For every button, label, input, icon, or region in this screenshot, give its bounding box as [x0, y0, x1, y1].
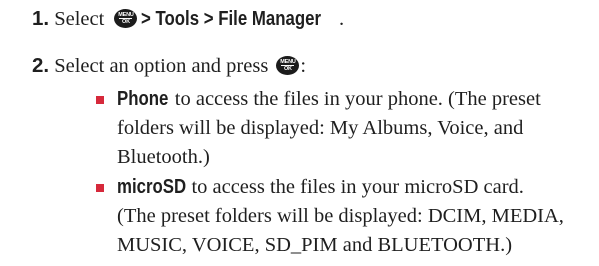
step-2: 2. Select an option and press MENU OK : [32, 54, 306, 78]
bullet-icon [96, 96, 104, 104]
key-bottom-label: OK [122, 19, 130, 25]
option-microsd: microSD to access the files in your micr… [117, 172, 597, 260]
option-phone: Phone to access the files in your phone.… [117, 84, 597, 172]
step-text: Select an option and press [54, 55, 269, 77]
option-line: folders will be displayed: My Albums, Vo… [117, 117, 524, 139]
path-tools: > Tools > File Manager [141, 7, 322, 30]
option-desc: to access the files in your phone. (The … [169, 88, 541, 110]
bullet-icon [96, 184, 104, 192]
option-line: MUSIC, VOICE, SD_PIM and BLUETOOTH.) [117, 234, 513, 256]
option-line: microSD to access the files in your micr… [117, 172, 597, 202]
key-bottom-label: OK [283, 66, 292, 72]
option-line: Phone to access the files in your phone.… [117, 84, 597, 114]
option-desc: to access the files in your microSD card… [186, 176, 524, 198]
option-line: (The preset folders will be displayed: D… [117, 205, 564, 227]
step-end: : [300, 55, 307, 77]
step-end: . [338, 8, 345, 30]
option-line: Bluetooth.) [117, 146, 210, 168]
menu-ok-key-icon: MENU OK [276, 56, 300, 75]
option-term: microSD [117, 175, 187, 198]
menu-ok-key-icon: MENU OK [114, 9, 138, 28]
manual-page: 1. Select MENU OK > Tools > File Manager… [0, 0, 599, 266]
option-term: Phone [117, 87, 169, 110]
step-1: 1. Select MENU OK > Tools > File Manager… [32, 7, 344, 31]
step-number: 2. [32, 54, 50, 77]
step-text: Select [54, 8, 105, 30]
step-number: 1. [32, 7, 50, 30]
